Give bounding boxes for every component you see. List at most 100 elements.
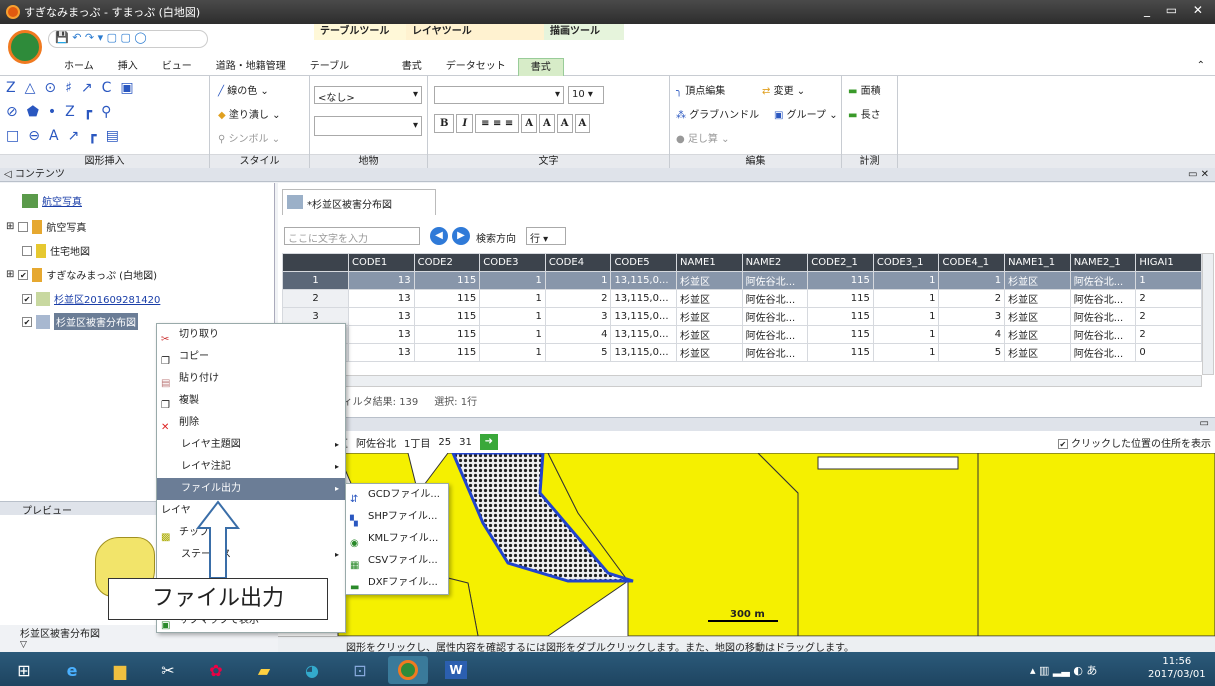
table-row[interactable]: 4131151413,115,0...杉並区阿佐谷北...11514杉並区阿佐谷… xyxy=(282,325,1202,344)
table-cell[interactable]: 115 xyxy=(413,271,481,290)
font-select[interactable]: ▾ xyxy=(434,86,564,104)
table-cell[interactable]: 2 xyxy=(938,289,1006,308)
table-cell[interactable]: 杉並区 xyxy=(676,271,743,290)
tray-icons[interactable]: ▴ ▥ ▂▃ ◐ あ xyxy=(1030,662,1097,678)
table-cell[interactable]: 杉並区 xyxy=(1004,325,1071,344)
column-header[interactable]: CODE3_1 xyxy=(872,253,940,272)
table-cell[interactable]: 1 xyxy=(872,325,940,344)
table-cell[interactable]: 115 xyxy=(413,325,481,344)
row-number[interactable]: 1 xyxy=(282,271,349,290)
menu-copy[interactable]: ❐ コピー xyxy=(157,346,345,368)
network-icon[interactable]: ⊡ xyxy=(340,656,380,684)
table-cell[interactable]: 1 xyxy=(872,271,940,290)
column-header[interactable]: CODE4 xyxy=(544,253,612,272)
table-cell[interactable]: 115 xyxy=(413,343,481,362)
table-cell[interactable]: 1 xyxy=(872,343,940,362)
table-cell[interactable]: 2 xyxy=(544,289,612,308)
submenu-dxf[interactable]: ▬ DXFファイル... xyxy=(346,572,448,594)
table-cell[interactable]: 4 xyxy=(544,325,612,344)
table-cell[interactable]: 阿佐谷北... xyxy=(741,343,809,362)
table-cell[interactable]: 阿佐谷北... xyxy=(1069,307,1137,326)
clock[interactable]: 11:56 2017/03/01 xyxy=(1148,655,1206,681)
line-color-button[interactable]: ╱ 線の色 ⌄ xyxy=(218,82,269,97)
text-size-a4[interactable]: A xyxy=(574,114,591,133)
table-cell[interactable]: 5 xyxy=(544,343,612,362)
column-header[interactable]: CODE2_1 xyxy=(807,253,874,272)
table-cell[interactable]: 阿佐谷北... xyxy=(1069,289,1137,308)
table-cell[interactable]: 13,115,0... xyxy=(610,325,678,344)
tab-format-draw[interactable]: 書式 xyxy=(517,58,564,76)
table-cell[interactable]: 1 xyxy=(938,271,1006,290)
column-header[interactable]: NAME2_1 xyxy=(1069,253,1137,272)
table-cell[interactable]: 115 xyxy=(413,307,481,326)
column-header[interactable]: CODE5 xyxy=(610,253,678,272)
tab-road[interactable]: 道路・地籍管理 xyxy=(204,58,298,76)
table-cell[interactable]: 杉並区 xyxy=(676,289,743,308)
table-cell[interactable]: 115 xyxy=(807,289,874,308)
table-row[interactable]: 2 13 115 1 2 13,115,0... 杉並区 阿佐谷北... 115 1 2 杉並区 阿佐谷… xyxy=(282,289,1202,308)
menu-duplicate[interactable]: ❐ 複製 xyxy=(157,390,345,412)
shape-tools-row3[interactable]: □⊖A↗┏▤ xyxy=(6,128,128,144)
tab-dataset[interactable]: データセット xyxy=(434,58,518,76)
submenu-csv[interactable]: ▦ CSVファイル... xyxy=(346,550,448,572)
table-cell[interactable]: 13 xyxy=(348,289,415,308)
table-cell[interactable]: 阿佐谷北... xyxy=(1069,271,1137,290)
suginami-app-icon[interactable] xyxy=(388,656,428,684)
menu-paste[interactable]: ▤ 貼り付け xyxy=(157,368,345,390)
table-search-input[interactable]: ここに文字を入力 xyxy=(284,227,420,245)
text-size-a1[interactable]: A xyxy=(521,114,538,133)
table-cell[interactable]: 2 xyxy=(1135,307,1202,326)
table-cell[interactable]: 13 xyxy=(348,343,415,362)
grab-handle-button[interactable]: ⁂ グラブハンドル xyxy=(676,106,759,121)
folder-icon[interactable]: ▰ xyxy=(244,656,284,684)
menu-file-output[interactable]: ファイル出力 ▸ xyxy=(157,478,345,500)
table-cell[interactable]: 5 xyxy=(938,343,1006,362)
table-cell[interactable]: 13,115,0... xyxy=(610,271,678,290)
table-cell[interactable]: 13 xyxy=(348,307,415,326)
table-cell[interactable]: 2 xyxy=(1135,325,1202,344)
table-cell[interactable]: 1 xyxy=(872,289,940,308)
snipping-icon[interactable]: ✂ xyxy=(148,656,188,684)
submenu-kml[interactable]: ◉ KMLファイル... xyxy=(346,528,448,550)
menu-layer-annotation[interactable]: レイヤ注記 ▸ xyxy=(157,456,345,478)
text-size-a3[interactable]: A xyxy=(556,114,573,133)
menu-layer[interactable]: レイヤ xyxy=(157,500,345,522)
table-cell[interactable]: 1 xyxy=(479,307,546,326)
table-cell[interactable]: 1 xyxy=(544,271,612,290)
table-cell[interactable]: 13 xyxy=(348,271,415,290)
search-prev-icon[interactable]: ◀ xyxy=(430,227,448,245)
vertex-edit-button[interactable]: ╮ 頂点編集 xyxy=(676,82,725,97)
table-cell[interactable]: 阿佐谷北... xyxy=(1069,343,1137,362)
table-cell[interactable]: 115 xyxy=(413,289,481,308)
column-header[interactable]: CODE1 xyxy=(348,253,415,272)
table-cell[interactable]: 13,115,0... xyxy=(610,289,678,308)
table-cell[interactable]: 杉並区 xyxy=(1004,289,1071,308)
column-header[interactable]: CODE2 xyxy=(413,253,481,272)
paint-icon[interactable]: ✿ xyxy=(196,656,236,684)
tree-item-suginami-2016[interactable]: ✔ 杉並区201609281420 xyxy=(22,291,160,306)
tab-table[interactable]: テーブル xyxy=(298,58,390,76)
explorer-icon[interactable]: ▆ xyxy=(100,656,140,684)
submenu-gcd[interactable]: ⇵ GCDファイル... xyxy=(346,484,448,506)
show-address-checkbox[interactable]: ✔ クリックした位置の住所を表示 xyxy=(1057,435,1211,450)
table-cell[interactable]: 0 xyxy=(1135,343,1202,362)
feature-select[interactable]: <なし> ▾ xyxy=(314,86,422,104)
quick-access-toolbar[interactable]: 💾 ↶ ↷ ▾ ▢ ▢ ◯ xyxy=(48,30,208,48)
table-cell[interactable]: 115 xyxy=(807,325,874,344)
table-cell[interactable]: 1 xyxy=(479,289,546,308)
word-icon[interactable]: W xyxy=(436,656,476,684)
menu-cut[interactable]: ✂ 切り取り xyxy=(157,324,345,346)
text-format-buttons[interactable]: B I ≡ ≡ ≡ A A A A xyxy=(434,114,591,133)
app-menu-button[interactable] xyxy=(8,30,42,64)
group-button[interactable]: ▣ グループ ⌄ xyxy=(774,106,838,121)
change-button[interactable]: ⇄ 変更 ⌄ xyxy=(762,82,805,97)
tree-item-suginami-map[interactable]: ⊞ ✔ すぎなみまっぷ (白地図) xyxy=(6,267,157,282)
column-header[interactable]: NAME2 xyxy=(741,253,809,272)
area-button[interactable]: ▬ 面積 xyxy=(848,82,881,97)
italic-button[interactable]: I xyxy=(456,114,474,133)
table-cell[interactable]: 杉並区 xyxy=(1004,307,1071,326)
table-cell[interactable]: 4 xyxy=(938,325,1006,344)
column-header[interactable]: CODE4_1 xyxy=(938,253,1006,272)
panel-close-icon[interactable]: ▭ ✕ xyxy=(1188,168,1209,182)
table-cell[interactable]: 阿佐谷北... xyxy=(1069,325,1137,344)
